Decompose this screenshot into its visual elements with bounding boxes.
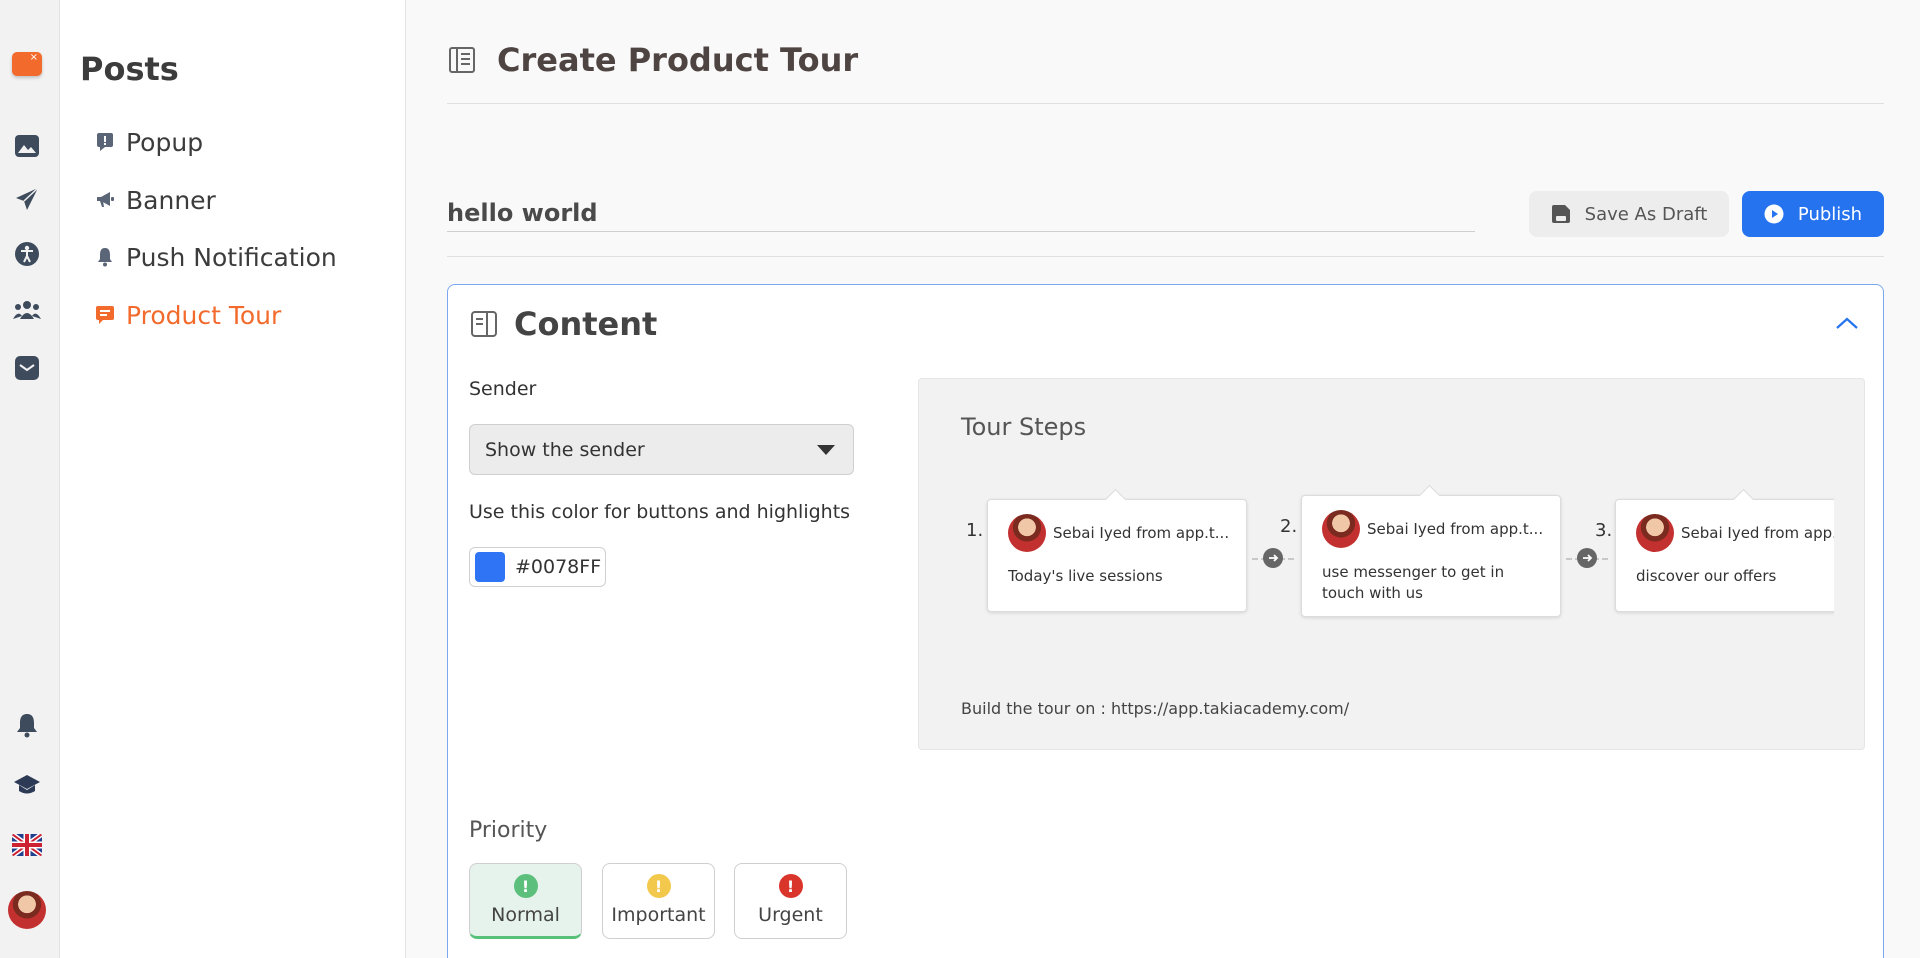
save-as-draft-button[interactable]: Save As Draft [1529,191,1729,237]
publish-label: Publish [1797,203,1863,225]
arrow-right-icon [1263,548,1283,568]
sender-select-value: Show the sender [485,438,645,461]
section-divider [447,256,1884,257]
sidebar-item-label: Product Tour [126,300,282,330]
step-number: 1. [966,520,984,541]
send-icon[interactable] [12,184,42,214]
priority-important-option[interactable]: ! Important [602,863,715,939]
step-sender: Sebai Iyed from app.t... [1322,510,1543,548]
arrow-right-icon [1577,548,1597,568]
tour-steps-preview: Tour Steps 1. Sebai Iyed from app.t... T… [918,378,1865,750]
post-name-input[interactable] [447,194,1475,232]
step-sender: Sebai Iyed from app.t... [1636,514,1834,552]
tour-footer-prefix: Build the tour on : [961,699,1111,718]
step-message: discover our offers [1636,567,1777,585]
sidebar-item-label: Push Notification [126,242,337,272]
header-divider [447,103,1884,104]
megaphone-icon [94,189,116,211]
tour-step-card[interactable]: Sebai Iyed from app.t... discover our of… [1615,499,1834,612]
step-sender-name: Sebai Iyed from app.t... [1367,520,1544,538]
step-sender: Sebai Iyed from app.t... [1008,514,1229,552]
image-icon[interactable] [12,131,42,161]
color-picker[interactable]: #0078FF [469,547,606,587]
priority-option-label: Normal [491,904,560,926]
avatar [1008,514,1046,552]
priority-option-label: Important [611,904,706,926]
tour-step-card[interactable]: Sebai Iyed from app.t... use messenger t… [1301,495,1561,617]
sidebar-item-label: Popup [126,127,204,157]
chevron-up-icon[interactable] [1835,315,1859,331]
sidebar-item-push-notification[interactable]: Push Notification [94,239,337,275]
priority-urgent-option[interactable]: ! Urgent [734,863,847,939]
exclamation-icon: ! [646,874,671,898]
chat-icon [94,304,116,326]
posts-sidebar: Posts Popup Banner Push Notification Pro… [60,0,406,958]
step-message: use messenger to get in touch with us [1322,563,1505,602]
content-title: Content [514,305,658,343]
accessibility-icon[interactable] [12,239,42,269]
sidebar-item-product-tour[interactable]: Product Tour [94,297,281,333]
page-title: Create Product Tour [497,41,859,79]
sidebar-title: Posts [80,50,179,88]
sender-label: Sender [469,378,537,400]
caret-down-icon [817,445,835,455]
users-icon[interactable] [12,295,42,325]
avatar [1322,510,1360,548]
play-circle-icon [1764,204,1784,224]
page-header: Create Product Tour [447,32,858,88]
step-sender-name: Sebai Iyed from app.t... [1053,524,1230,542]
alert-icon [94,131,116,153]
priority-label: Priority [469,818,548,843]
step-clip: Sebai Iyed from app.t... discover our of… [1609,479,1834,629]
close-mark-icon: × [29,52,38,63]
user-avatar[interactable] [8,891,46,929]
avatar [1636,514,1674,552]
step-number: 2. [1280,516,1298,537]
sidebar-item-label: Banner [126,185,216,215]
exclamation-icon: ! [778,874,803,898]
graduation-cap-icon[interactable] [12,770,42,800]
sidebar-item-popup[interactable]: Popup [94,124,203,160]
bell-icon [94,246,116,268]
tour-footer: Build the tour on : https://app.takiacad… [961,699,1349,718]
priority-option-label: Urgent [758,904,823,926]
color-label: Use this color for buttons and highlight… [469,501,851,523]
step-message: Today's live sessions [1008,567,1163,585]
tour-url-link[interactable]: https://app.takiacademy.com/ [1111,699,1349,718]
color-value: #0078FF [515,556,602,578]
color-swatch [475,552,505,582]
list-layout-icon [447,45,477,75]
app-rail: × [0,0,60,958]
content-icon [470,310,498,338]
step-sender-name: Sebai Iyed from app.t... [1681,524,1834,542]
priority-normal-option[interactable]: ! Normal [469,863,582,939]
tour-steps-title: Tour Steps [961,413,1087,441]
sender-select[interactable]: Show the sender [469,424,854,475]
content-panel: Content Sender Show the sender Use this … [447,284,1884,958]
exclamation-icon: ! [513,874,538,898]
sidebar-item-banner[interactable]: Banner [94,182,216,218]
inbox-icon[interactable] [12,353,42,383]
uk-flag-icon[interactable] [12,834,42,856]
save-icon [1551,204,1571,224]
app-logo[interactable]: × [12,52,42,76]
content-panel-header: Content [470,305,657,343]
publish-button[interactable]: Publish [1742,191,1884,237]
bell-icon[interactable] [12,710,42,740]
save-as-draft-label: Save As Draft [1584,203,1708,225]
tour-step-card[interactable]: Sebai Iyed from app.t... Today's live se… [987,499,1247,612]
